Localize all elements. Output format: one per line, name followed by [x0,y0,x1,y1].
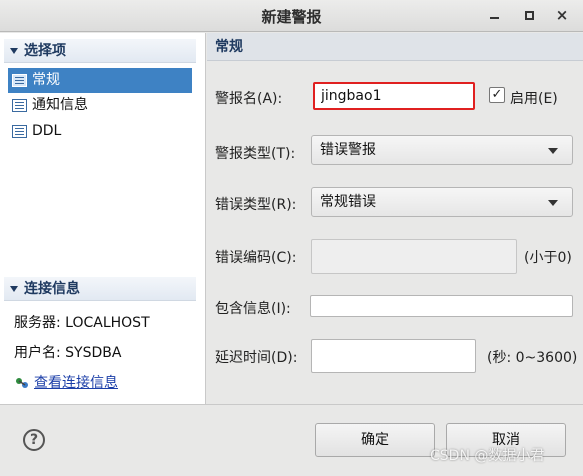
error-code-label: 错误编码(C): [215,250,297,266]
contains-info-input[interactable] [310,295,573,317]
general-section-title: 常规 [207,33,583,61]
server-info: 服务器: LOCALHOST [14,315,150,331]
sidebar-item-label: DDL [32,123,62,139]
selection-section-header[interactable]: 选择项 [4,39,196,63]
maximize-button[interactable] [517,4,541,26]
error-type-select[interactable]: 常规错误 [311,187,573,217]
alarm-name-input[interactable] [313,82,475,110]
title-bar: 新建警报 × [0,0,583,32]
alarm-name-label: 警报名(A): [215,91,283,107]
contains-info-label: 包含信息(I): [215,301,291,317]
ok-button[interactable]: 确定 [315,423,435,457]
collapse-triangle-icon [10,286,18,292]
sidebar-item-label: 常规 [32,72,60,88]
dialog-footer: ? 确定 取消 [0,404,583,476]
delay-input[interactable] [311,339,476,373]
error-type-label: 错误类型(R): [215,197,297,213]
alarm-type-select[interactable]: 错误警报 [311,135,573,165]
check-icon: ✓ [491,87,503,102]
sidebar-item-notification[interactable]: 通知信息 [8,93,192,118]
watermark: CSDN @数据小君 [430,448,545,464]
sidebar-item-ddl[interactable]: DDL [8,119,192,144]
minimize-button[interactable] [482,4,506,26]
page-list-icon [12,125,27,138]
connection-section-header[interactable]: 连接信息 [4,277,196,301]
enable-label: 启用(E) [510,91,558,107]
close-button[interactable]: × [550,4,574,26]
connection-section-title: 连接信息 [24,281,80,297]
error-code-hint: (小于0) [524,250,572,266]
delay-label: 延迟时间(D): [215,350,298,366]
view-connection-link-text: 查看连接信息 [34,375,118,391]
close-icon: × [555,6,569,24]
error-type-value: 常规错误 [320,194,376,210]
sidebar-item-general[interactable]: 常规 [8,68,192,93]
connection-icon [16,378,28,388]
user-info: 用户名: SYSDBA [14,345,122,361]
collapse-triangle-icon [10,48,18,54]
enable-checkbox[interactable]: ✓ [489,87,505,103]
delay-hint: (秒: 0~3600) [487,350,578,366]
maximize-icon [524,10,534,20]
chevron-down-icon [548,200,558,206]
error-code-input[interactable] [311,239,517,274]
sidebar-item-label: 通知信息 [32,97,88,113]
main-panel: 常规 警报名(A): ✓ 启用(E) 警报类型(T): 错误警报 错误类型(R)… [207,33,583,404]
chevron-down-icon [548,148,558,154]
selection-section-title: 选择项 [24,43,66,59]
page-list-icon [12,74,27,87]
help-glyph: ? [29,432,39,448]
help-icon[interactable]: ? [23,429,45,451]
alarm-type-label: 警报类型(T): [215,146,296,162]
minimize-icon [489,17,499,19]
left-panel: 选择项 常规 通知信息 DDL 连接信息 服务器: LOCALHOST 用户名:… [0,33,206,404]
page-list-icon [12,99,27,112]
view-connection-link[interactable]: 查看连接信息 [14,372,118,392]
alarm-type-value: 错误警报 [320,142,376,158]
